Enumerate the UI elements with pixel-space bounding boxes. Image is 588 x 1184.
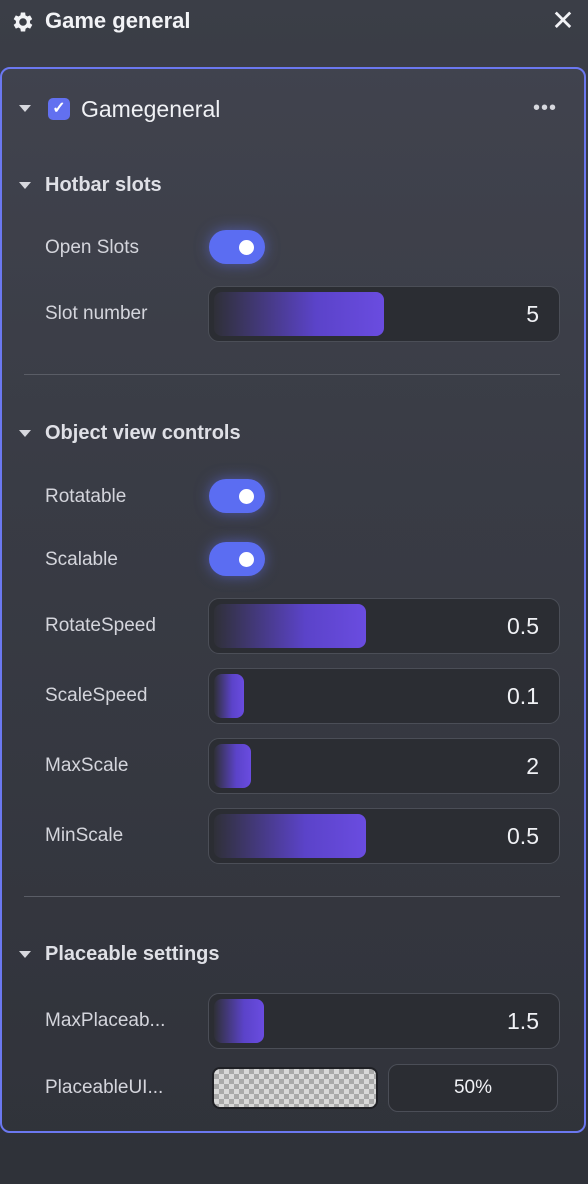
window-title: Game general	[45, 8, 191, 33]
scalable-label: Scalable	[45, 549, 118, 570]
rotatable-toggle[interactable]	[209, 479, 265, 513]
slider-fill	[214, 674, 244, 718]
section-title-placeable: Placeable settings	[45, 943, 220, 965]
open-slots-label: Open Slots	[45, 237, 139, 258]
slider-value: 0.5	[507, 613, 539, 639]
rotate-speed-slider[interactable]: 0.5	[208, 598, 560, 654]
section-title-object-view: Object view controls	[45, 422, 241, 444]
slot-number-slider[interactable]: 5	[208, 286, 560, 342]
rotatable-label: Rotatable	[45, 486, 127, 507]
slider-fill	[214, 292, 384, 336]
component-enabled-checkbox[interactable]: ✓	[48, 98, 70, 120]
component-panel: ✓ Gamegeneral ••• Hotbar slots Open Slot…	[0, 67, 586, 1133]
section-divider	[24, 896, 560, 897]
slider-value: 2	[526, 753, 539, 779]
slider-fill	[214, 604, 366, 648]
slider-value: 0.1	[507, 683, 539, 709]
min-scale-label: MinScale	[45, 825, 124, 846]
component-title: Gamegeneral	[81, 96, 221, 122]
window-titlebar: Game general ✕	[0, 0, 588, 44]
slider-fill	[214, 999, 264, 1043]
slider-value: 1.5	[507, 1008, 539, 1034]
close-icon[interactable]: ✕	[548, 6, 578, 36]
section-divider	[24, 374, 560, 375]
min-scale-slider[interactable]: 0.5	[208, 808, 560, 864]
slider-fill	[214, 744, 251, 788]
more-options-icon[interactable]: •••	[533, 97, 557, 120]
placeable-ui-label: PlaceableUI...	[45, 1077, 164, 1098]
gear-icon	[13, 12, 33, 32]
toggle-knob	[239, 552, 254, 567]
max-placeable-label: MaxPlaceab...	[45, 1010, 166, 1031]
max-placeable-slider[interactable]: 1.5	[208, 993, 560, 1049]
rotate-speed-label: RotateSpeed	[45, 615, 156, 636]
placeable-ui-opacity-field[interactable]: 50%	[388, 1064, 558, 1112]
toggle-knob	[239, 240, 254, 255]
toggle-knob	[239, 489, 254, 504]
max-scale-slider[interactable]: 2	[208, 738, 560, 794]
placeable-ui-color-swatch[interactable]	[212, 1067, 378, 1109]
section-title-hotbar: Hotbar slots	[45, 174, 162, 196]
slot-number-label: Slot number	[45, 303, 148, 324]
collapse-hotbar-icon[interactable]	[19, 182, 31, 189]
slider-value: 0.5	[507, 823, 539, 849]
scale-speed-slider[interactable]: 0.1	[208, 668, 560, 724]
max-scale-label: MaxScale	[45, 755, 129, 776]
collapse-object-view-icon[interactable]	[19, 430, 31, 437]
slider-fill	[214, 814, 366, 858]
collapse-placeable-icon[interactable]	[19, 951, 31, 958]
collapse-component-icon[interactable]	[19, 105, 31, 112]
scalable-toggle[interactable]	[209, 542, 265, 576]
scale-speed-label: ScaleSpeed	[45, 685, 148, 706]
open-slots-toggle[interactable]	[209, 230, 265, 264]
slider-value: 5	[526, 301, 539, 327]
